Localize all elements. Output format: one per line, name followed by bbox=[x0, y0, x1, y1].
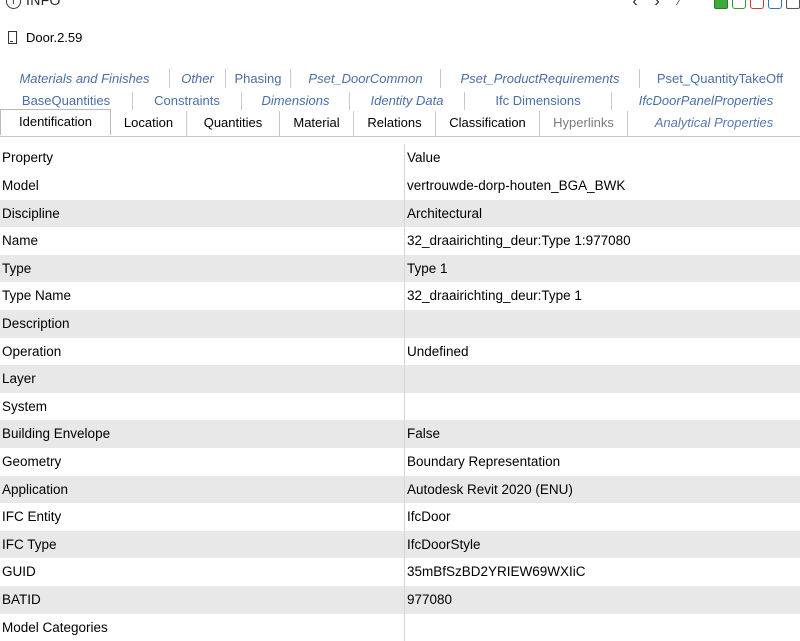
tab-pset-quantitytakeoff[interactable]: Pset_QuantityTakeOff bbox=[640, 69, 800, 88]
cube-icon[interactable] bbox=[714, 0, 728, 9]
tab-pset-doorcommon[interactable]: Pset_DoorCommon bbox=[291, 69, 441, 88]
tab-identification[interactable]: Identification bbox=[0, 109, 111, 135]
grid-header: Property Value bbox=[0, 144, 800, 172]
value-cell: 977080 bbox=[404, 586, 800, 614]
property-cell: Building Envelope bbox=[0, 420, 404, 448]
value-cell: Boundary Representation bbox=[404, 448, 800, 476]
property-cell: Description bbox=[0, 310, 404, 338]
value-cell bbox=[404, 310, 800, 338]
panel-titlebar: i INFO ‹ › ⁄ ˇ bbox=[0, 0, 800, 14]
value-cell: vertrouwde-dorp-houten_BGA_BWK bbox=[404, 172, 800, 200]
table-row[interactable]: Type Name32_draairichting_deur:Type 1 bbox=[0, 282, 800, 310]
table-row[interactable]: ApplicationAutodesk Revit 2020 (ENU) bbox=[0, 476, 800, 504]
property-cell: Type bbox=[0, 255, 404, 283]
info-icon: i bbox=[6, 0, 21, 9]
table-row[interactable]: Description bbox=[0, 310, 800, 338]
selected-object: Door.2.59 bbox=[0, 28, 800, 48]
tab-constraints[interactable]: Constraints bbox=[133, 92, 242, 110]
value-cell bbox=[404, 365, 800, 393]
property-cell: Operation bbox=[0, 338, 404, 366]
value-cell: Type 1 bbox=[404, 255, 800, 283]
object-name: Door.2.59 bbox=[26, 30, 82, 45]
property-cell: Discipline bbox=[0, 200, 404, 228]
property-cell: IFC Type bbox=[0, 531, 404, 559]
value-cell: 32_draairichting_deur:Type 1:977080 bbox=[404, 227, 800, 255]
property-cell: Model Categories bbox=[0, 614, 404, 641]
property-cell: Layer bbox=[0, 365, 404, 393]
tab-dimensions[interactable]: Dimensions bbox=[242, 92, 350, 110]
property-cell: BATID bbox=[0, 586, 404, 614]
green-square-icon[interactable] bbox=[732, 0, 746, 9]
value-cell: False bbox=[404, 420, 800, 448]
grid-body: Modelvertrouwde-dorp-houten_BGA_BWKDisci… bbox=[0, 172, 800, 641]
table-row[interactable]: Layer bbox=[0, 365, 800, 393]
value-cell bbox=[404, 614, 800, 641]
table-row[interactable]: GeometryBoundary Representation bbox=[0, 448, 800, 476]
value-cell: IfcDoorStyle bbox=[404, 531, 800, 559]
value-cell: 32_draairichting_deur:Type 1 bbox=[404, 282, 800, 310]
table-row[interactable]: Building EnvelopeFalse bbox=[0, 420, 800, 448]
table-row[interactable]: Model Categories bbox=[0, 614, 800, 641]
property-cell: Model bbox=[0, 172, 404, 200]
table-row[interactable]: Name32_draairichting_deur:Type 1:977080 bbox=[0, 227, 800, 255]
red-square-icon[interactable] bbox=[750, 0, 764, 9]
property-cell: IFC Entity bbox=[0, 503, 404, 531]
property-cell: System bbox=[0, 393, 404, 421]
tab-pset-productrequirements[interactable]: Pset_ProductRequirements bbox=[441, 69, 640, 88]
property-cell: GUID bbox=[0, 558, 404, 586]
table-row[interactable]: OperationUndefined bbox=[0, 338, 800, 366]
property-cell: Name bbox=[0, 227, 404, 255]
column-header-value[interactable]: Value bbox=[404, 144, 800, 172]
tab-material[interactable]: Material bbox=[280, 111, 354, 136]
tab-row-1: Materials and Finishes Other Phasing Pse… bbox=[0, 69, 800, 88]
tab-phasing[interactable]: Phasing bbox=[226, 69, 291, 88]
tab-relations[interactable]: Relations bbox=[354, 111, 436, 136]
table-row[interactable]: IFC EntityIfcDoor bbox=[0, 503, 800, 531]
value-cell: Architectural bbox=[404, 200, 800, 228]
property-cell: Geometry bbox=[0, 448, 404, 476]
panel-toolbar: ‹ › ⁄ ˇ bbox=[626, 0, 800, 12]
blue-square-icon[interactable] bbox=[768, 0, 782, 9]
tab-materials-and-finishes[interactable]: Materials and Finishes bbox=[0, 69, 170, 88]
table-row[interactable]: System bbox=[0, 393, 800, 421]
table-row[interactable]: Modelvertrouwde-dorp-houten_BGA_BWK bbox=[0, 172, 800, 200]
property-grid: Property Value Modelvertrouwde-dorp-hout… bbox=[0, 144, 800, 641]
panel-title-label: INFO bbox=[26, 0, 61, 8]
tab-analytical-properties[interactable]: Analytical Properties bbox=[628, 111, 800, 136]
tab-ifcdoorpanelproperties[interactable]: IfcDoorPanelProperties bbox=[612, 92, 800, 110]
table-row[interactable]: BATID977080 bbox=[0, 586, 800, 614]
tab-classification[interactable]: Classification bbox=[436, 111, 540, 136]
pin-icon[interactable]: ⁄ bbox=[670, 0, 688, 9]
value-cell: 35mBfSzBD2YRIEW69WXIiC bbox=[404, 558, 800, 586]
table-row[interactable]: DisciplineArchitectural bbox=[0, 200, 800, 228]
tab-other[interactable]: Other bbox=[170, 69, 226, 88]
forward-icon[interactable]: › bbox=[648, 0, 666, 9]
property-cell: Type Name bbox=[0, 282, 404, 310]
property-cell: Application bbox=[0, 476, 404, 504]
door-icon bbox=[8, 31, 17, 44]
table-row[interactable]: GUID35mBfSzBD2YRIEW69WXIiC bbox=[0, 558, 800, 586]
column-header-property[interactable]: Property bbox=[0, 144, 404, 172]
tab-location[interactable]: Location bbox=[111, 111, 187, 136]
tab-quantities[interactable]: Quantities bbox=[187, 111, 280, 136]
value-cell: Undefined bbox=[404, 338, 800, 366]
tab-ifc-dimensions[interactable]: Ifc Dimensions bbox=[465, 92, 612, 110]
tab-basequantities[interactable]: BaseQuantities bbox=[0, 92, 133, 110]
tab-hyperlinks[interactable]: Hyperlinks bbox=[540, 111, 628, 136]
window-icon[interactable] bbox=[786, 0, 800, 9]
chevron-icon[interactable]: ˇ bbox=[692, 0, 710, 9]
tab-row-2: BaseQuantities Constraints Dimensions Id… bbox=[0, 92, 800, 110]
value-cell bbox=[404, 393, 800, 421]
tab-row-3: Identification Location Quantities Mater… bbox=[0, 111, 800, 137]
value-cell: IfcDoor bbox=[404, 503, 800, 531]
table-row[interactable]: IFC TypeIfcDoorStyle bbox=[0, 531, 800, 559]
tab-identity-data[interactable]: Identity Data bbox=[350, 92, 465, 110]
table-row[interactable]: TypeType 1 bbox=[0, 255, 800, 283]
value-cell: Autodesk Revit 2020 (ENU) bbox=[404, 476, 800, 504]
back-icon[interactable]: ‹ bbox=[626, 0, 644, 9]
panel-title: i INFO bbox=[6, 0, 61, 9]
